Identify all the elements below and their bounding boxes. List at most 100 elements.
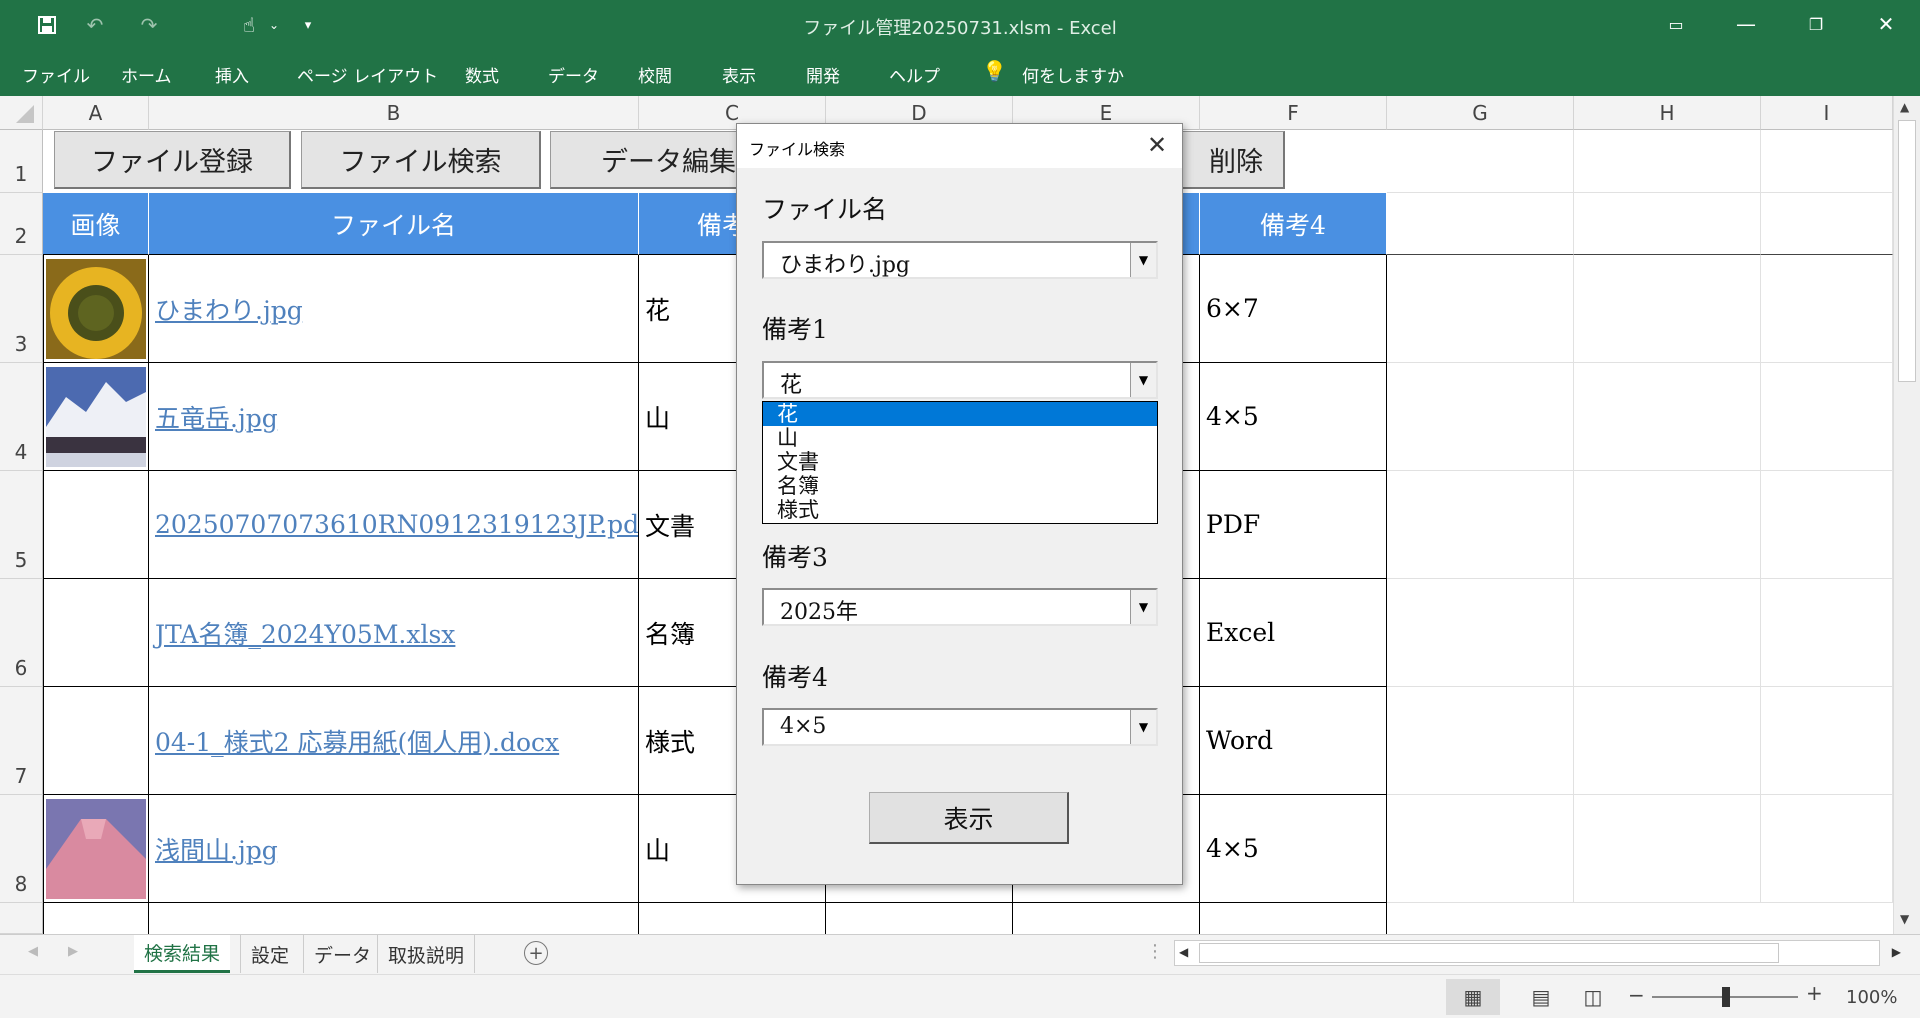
scroll-left-icon[interactable]: ◀ <box>1179 945 1188 959</box>
splitter-icon[interactable]: ⋮ <box>1146 941 1164 962</box>
dropdown-option[interactable]: 山 <box>763 426 1157 450</box>
column-header-i[interactable]: I <box>1761 96 1893 130</box>
note4-cell[interactable] <box>1200 903 1387 934</box>
data-edit-button[interactable]: データ編集 <box>550 131 740 189</box>
tab-page-layout[interactable]: ページ レイアウト <box>297 62 438 87</box>
tab-review[interactable]: 校閲 <box>638 62 672 87</box>
row-header-9[interactable] <box>0 903 43 934</box>
grid-cell[interactable] <box>1574 255 1761 363</box>
filename-cell[interactable]: 20250707073610RN0912319123JP.pdf <box>149 471 639 579</box>
file-register-button[interactable]: ファイル登録 <box>54 131 291 189</box>
row-header-6[interactable]: 6 <box>0 579 43 687</box>
grid-cell[interactable] <box>1387 130 1574 193</box>
file-link[interactable]: 五竜岳.jpg <box>155 399 278 435</box>
grid-cell[interactable] <box>1574 579 1761 687</box>
note4-cell[interactable]: 4×5 <box>1200 363 1387 471</box>
tab-developer[interactable]: 開発 <box>806 62 840 87</box>
grid-cell[interactable] <box>1574 687 1761 795</box>
grid-cell[interactable] <box>1387 795 1574 903</box>
header-note4[interactable]: 備考4 <box>1200 193 1387 255</box>
filename-cell[interactable]: 浅間山.jpg <box>149 795 639 903</box>
grid-cell[interactable] <box>1387 363 1574 471</box>
grid-cell[interactable] <box>1387 579 1574 687</box>
file-link[interactable]: 04-1_様式2 応募用紙(個人用).docx <box>155 723 559 759</box>
sheet-tab-results[interactable]: 検索結果 <box>134 935 231 973</box>
grid-cell[interactable] <box>1574 363 1761 471</box>
show-button[interactable]: 表示 <box>869 792 1069 844</box>
file-link[interactable]: 20250707073610RN0912319123JP.pdf <box>155 510 638 539</box>
delete-button[interactable]: 削除 <box>1180 131 1285 189</box>
zoom-level[interactable]: 100% <box>1846 987 1897 1008</box>
filename-cell[interactable]: 五竜岳.jpg <box>149 363 639 471</box>
close-icon[interactable]: ✕ <box>1866 8 1906 40</box>
scroll-right-icon[interactable]: ▶ <box>1892 945 1901 959</box>
note4-cell[interactable]: 6×7 <box>1200 255 1387 363</box>
close-icon[interactable]: ✕ <box>1142 130 1172 160</box>
zoom-slider-thumb[interactable] <box>1722 987 1730 1007</box>
tell-me-search[interactable]: 何をしますか <box>1022 62 1124 87</box>
tab-formulas[interactable]: 数式 <box>465 62 499 87</box>
file-link[interactable]: JTA名簿_2024Y05M.xlsx <box>155 615 455 651</box>
filename-cell[interactable]: 04-1_様式2 応募用紙(個人用).docx <box>149 687 639 795</box>
row-header-7[interactable]: 7 <box>0 687 43 795</box>
grid-cell[interactable] <box>1574 130 1761 193</box>
dropdown-arrow-icon[interactable]: ▼ <box>1130 243 1156 277</box>
tab-help[interactable]: ヘルプ <box>889 62 940 87</box>
zoom-out-icon[interactable]: − <box>1628 983 1645 1007</box>
column-header-f[interactable]: F <box>1200 96 1387 130</box>
header-filename[interactable]: ファイル名 <box>149 193 639 255</box>
header-image[interactable]: 画像 <box>43 193 149 255</box>
note4-cell[interactable]: Word <box>1200 687 1387 795</box>
filename-cell[interactable]: ひまわり.jpg <box>149 255 639 363</box>
volcano-thumbnail[interactable] <box>46 799 146 899</box>
image-cell[interactable] <box>43 903 149 934</box>
tab-file[interactable]: ファイル <box>22 62 90 87</box>
filename-combobox[interactable]: ひまわり.jpg ▼ <box>762 241 1158 279</box>
vertical-scrollbar[interactable]: ▲ ▼ <box>1893 96 1920 934</box>
grid-cell[interactable] <box>1387 687 1574 795</box>
page-break-view-icon[interactable]: ◫ <box>1566 979 1620 1015</box>
note4-cell[interactable]: PDF <box>1200 471 1387 579</box>
horizontal-scrollbar[interactable]: ◀ ▶ <box>1174 940 1901 966</box>
row-header-1[interactable]: 1 <box>0 130 43 193</box>
grid-cell[interactable] <box>1761 255 1893 363</box>
grid-cell[interactable] <box>1387 193 1574 255</box>
mountain-thumbnail[interactable] <box>46 367 146 467</box>
tab-scroll-left-icon[interactable]: ◀ <box>28 944 38 959</box>
tab-data[interactable]: データ <box>548 62 599 87</box>
grid-cell[interactable] <box>1387 471 1574 579</box>
note3-combobox[interactable]: 2025年 ▼ <box>762 588 1158 626</box>
note4-combobox[interactable]: 4×5 ▼ <box>762 708 1158 746</box>
row-header-8[interactable]: 8 <box>0 795 43 903</box>
scroll-down-icon[interactable]: ▼ <box>1900 912 1909 926</box>
image-cell[interactable] <box>43 687 149 795</box>
image-cell[interactable] <box>43 579 149 687</box>
dropdown-option[interactable]: 名簿 <box>763 474 1157 498</box>
tab-insert[interactable]: 挿入 <box>215 62 249 87</box>
grid-cell[interactable] <box>1761 471 1893 579</box>
dropdown-arrow-icon[interactable]: ▼ <box>1130 590 1156 624</box>
dropdown-option[interactable]: 様式 <box>763 498 1157 522</box>
grid-cell[interactable] <box>1761 579 1893 687</box>
dropdown-arrow-icon[interactable]: ▼ <box>1130 710 1156 744</box>
column-header-b[interactable]: B <box>149 96 639 130</box>
select-all-corner[interactable] <box>0 96 43 130</box>
grid-cell[interactable] <box>1574 193 1761 255</box>
column-header-g[interactable]: G <box>1387 96 1574 130</box>
restore-icon[interactable]: ❐ <box>1796 8 1836 40</box>
horizontal-scroll-thumb[interactable] <box>1199 943 1779 963</box>
note1-dropdown-list[interactable]: 花 山 文書 名簿 様式 <box>762 401 1158 524</box>
note3-cell[interactable] <box>1013 903 1200 934</box>
grid-cell[interactable] <box>1761 687 1893 795</box>
dropdown-option[interactable]: 文書 <box>763 450 1157 474</box>
file-link[interactable]: ひまわり.jpg <box>155 291 303 327</box>
dropdown-option[interactable]: 花 <box>763 402 1157 426</box>
row-header-4[interactable]: 4 <box>0 363 43 471</box>
scroll-thumb[interactable] <box>1898 120 1916 382</box>
image-cell[interactable] <box>43 471 149 579</box>
dropdown-arrow-icon[interactable]: ▼ <box>1130 363 1156 397</box>
grid-cell[interactable] <box>1761 193 1893 255</box>
column-header-h[interactable]: H <box>1574 96 1761 130</box>
normal-view-icon[interactable]: ▦ <box>1446 979 1500 1015</box>
grid-cell[interactable] <box>1761 130 1893 193</box>
